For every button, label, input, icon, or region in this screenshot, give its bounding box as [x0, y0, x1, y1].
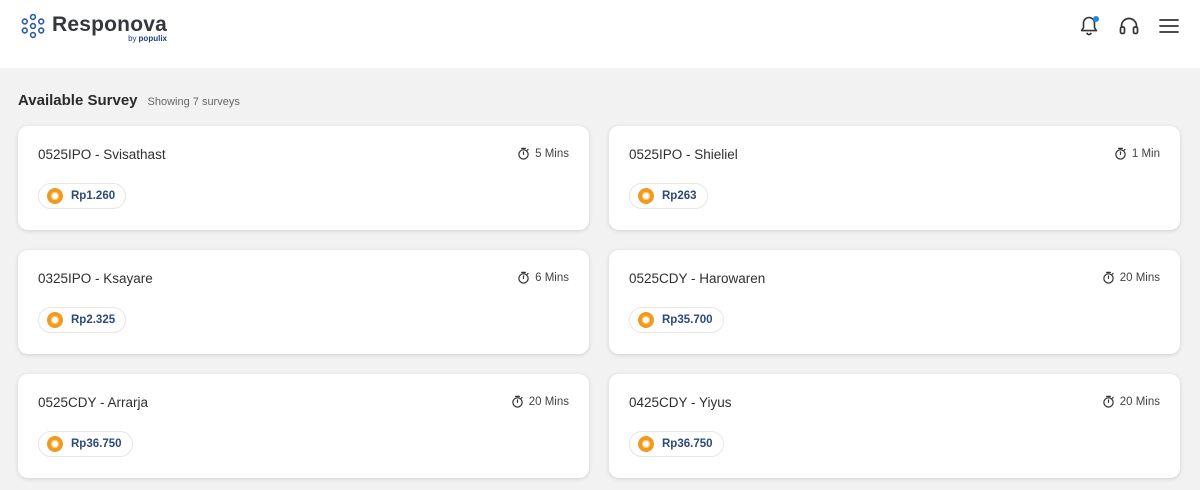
survey-count: Showing 7 surveys — [147, 96, 240, 108]
survey-duration-text: 6 Mins — [535, 271, 569, 284]
stopwatch-icon — [1102, 395, 1114, 408]
reward-badge: Rp36.750 — [38, 431, 133, 457]
coin-icon — [47, 188, 63, 204]
survey-duration-text: 1 Min — [1131, 147, 1160, 160]
survey-duration: 5 Mins — [517, 147, 569, 160]
reward-badge: Rp263 — [629, 183, 708, 209]
survey-card[interactable]: 0525IPO - Shieliel 1 Min Rp263 — [609, 126, 1180, 230]
survey-title: 0525IPO - Shieliel — [629, 147, 738, 162]
brand-parent: by populix — [128, 34, 167, 43]
coin-icon — [638, 188, 654, 204]
survey-card[interactable]: 0525CDY - Harowaren 20 Mins Rp35.700 — [609, 250, 1180, 354]
survey-title: 0325IPO - Ksayare — [38, 271, 153, 286]
stopwatch-icon — [518, 147, 529, 160]
menu-button[interactable] — [1158, 14, 1180, 38]
reward-amount: Rp2.325 — [71, 314, 116, 326]
notifications-button[interactable] — [1078, 14, 1100, 38]
survey-duration: 20 Mins — [1102, 395, 1160, 408]
hamburger-menu-icon — [1159, 19, 1179, 33]
survey-card[interactable]: 0325IPO - Ksayare 6 Mins Rp2.325 — [18, 250, 589, 354]
logo-mark-icon — [21, 13, 45, 39]
stopwatch-icon — [518, 271, 529, 284]
stopwatch-icon — [1102, 271, 1114, 284]
reward-amount: Rp263 — [662, 190, 697, 202]
header-actions — [1078, 14, 1180, 38]
reward-badge: Rp36.750 — [629, 431, 724, 457]
survey-card[interactable]: 0525IPO - Svisathast 5 Mins Rp1.260 — [18, 126, 589, 230]
survey-title: 0525IPO - Svisathast — [38, 147, 166, 162]
top-bar: Responova by populix — [0, 0, 1200, 68]
survey-title: 0525CDY - Harowaren — [629, 271, 766, 286]
stopwatch-icon — [511, 395, 523, 408]
headset-icon — [1119, 17, 1139, 35]
survey-duration-text: 20 Mins — [528, 395, 569, 408]
responova-logo[interactable]: Responova by populix — [20, 12, 167, 46]
notification-dot — [1093, 16, 1099, 22]
brand-by: by — [128, 34, 137, 43]
survey-duration-text: 5 Mins — [535, 147, 569, 160]
coin-icon — [638, 436, 654, 452]
survey-card[interactable]: 0425CDY - Yiyus 20 Mins Rp36.750 — [609, 374, 1180, 478]
reward-badge: Rp35.700 — [629, 307, 724, 333]
survey-title: 0525CDY - Arrarja — [38, 395, 149, 410]
survey-duration-text: 20 Mins — [1119, 271, 1160, 284]
survey-list: 0525IPO - Svisathast 5 Mins Rp1.260 0525… — [18, 126, 1180, 478]
survey-duration: 6 Mins — [517, 271, 569, 284]
reward-badge: Rp2.325 — [38, 307, 127, 333]
reward-amount: Rp1.260 — [71, 190, 116, 202]
brand-parent-name: populix — [138, 34, 167, 43]
coin-icon — [638, 312, 654, 328]
support-button[interactable] — [1118, 14, 1140, 38]
stopwatch-icon — [1115, 147, 1126, 160]
coin-icon — [47, 436, 63, 452]
section-header: Available Survey Showing 7 surveys — [18, 92, 240, 109]
survey-duration: 20 Mins — [511, 395, 569, 408]
reward-amount: Rp36.750 — [71, 438, 122, 450]
reward-amount: Rp35.700 — [662, 314, 713, 326]
survey-duration: 20 Mins — [1102, 271, 1160, 284]
coin-icon — [47, 312, 63, 328]
survey-duration: 1 Min — [1114, 147, 1160, 160]
reward-amount: Rp36.750 — [662, 438, 713, 450]
survey-title: 0425CDY - Yiyus — [629, 395, 732, 410]
section-title: Available Survey — [18, 92, 138, 109]
reward-badge: Rp1.260 — [38, 183, 127, 209]
survey-duration-text: 20 Mins — [1119, 395, 1160, 408]
survey-card[interactable]: 0525CDY - Arrarja 20 Mins Rp36.750 — [18, 374, 589, 478]
